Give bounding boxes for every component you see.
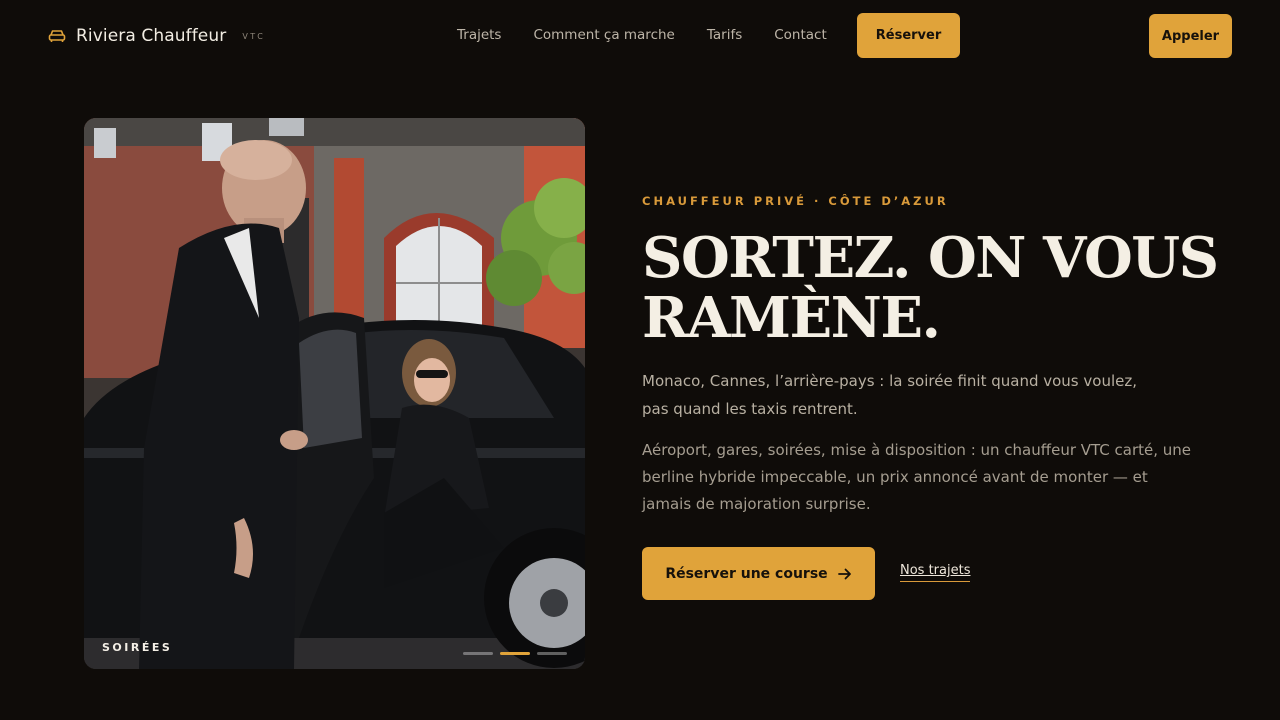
hero-lead: Monaco, Cannes, l’arrière-pays : la soir… [642,372,1137,418]
carousel-dot[interactable] [537,652,567,655]
main-nav: Trajets Comment ça marche Tarifs Contact [457,0,859,70]
book-ride-button[interactable]: Réserver une course [642,547,875,600]
nav-link-contact[interactable]: Contact [774,27,827,43]
hero-photo [84,118,585,669]
book-ride-label: Réserver une course [665,565,828,582]
hero-title-line-1: SORTEZ. ON VOUS [642,225,1219,291]
photo-caption: SOIRÉES [102,641,173,654]
brand-tag: VTC [242,31,266,41]
hero-description: Aéroport, gares, soirées, mise à disposi… [642,441,1192,513]
carousel-dot-active[interactable] [500,652,530,655]
brand-name: Riviera Chauffeur [76,26,227,46]
arrow-right-icon [837,568,851,579]
reserve-button[interactable]: Réserver [857,13,960,58]
our-routes-link[interactable]: Nos trajets [900,563,971,582]
nav-link-comment-ca-marche[interactable]: Comment ça marche [533,27,674,43]
carousel-indicators [463,652,567,655]
nav-link-tarifs[interactable]: Tarifs [707,27,742,43]
hero-title-line-2: RAMÈNE. [642,285,941,351]
nav-link-trajets[interactable]: Trajets [457,27,501,43]
brand-logo[interactable]: Riviera Chauffeur VTC [48,24,265,48]
car-icon [48,30,66,42]
hero-title: SORTEZ. ON VOUS RAMÈNE. [642,228,1242,348]
hero-photo-carousel[interactable]: SOIRÉES [84,118,585,669]
carousel-dot[interactable] [463,652,493,655]
call-button[interactable]: Appeler [1149,14,1232,58]
hero-eyebrow: CHAUFFEUR PRIVÉ · CÔTE D’AZUR [642,194,949,208]
